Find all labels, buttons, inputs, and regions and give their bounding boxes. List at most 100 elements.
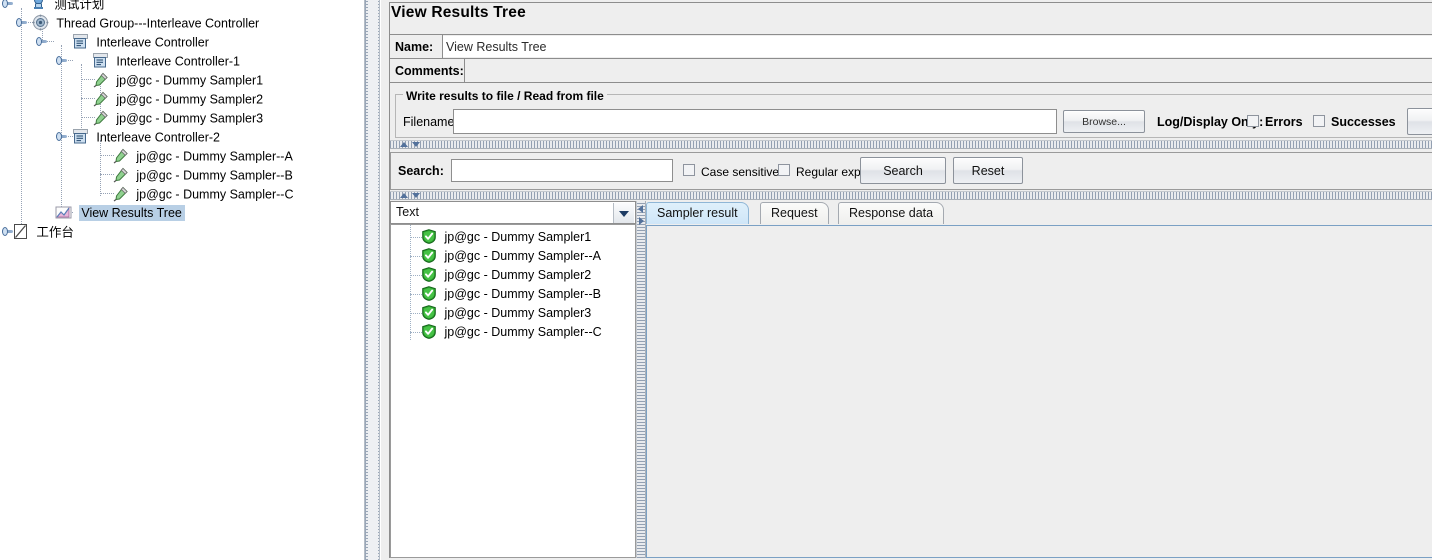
name-input[interactable]: [443, 36, 1432, 57]
sampler-result-text: [648, 227, 1432, 556]
green-shield-check-icon: [422, 324, 436, 340]
tree-node-interleave-controller[interactable]: Interleave Controller: [72, 33, 209, 52]
tree-node-label: jp@gc - Dummy Sampler--C: [136, 187, 294, 202]
tree-line: [410, 256, 422, 257]
regular-exp-checkbox[interactable]: [778, 164, 790, 176]
green-shield-check-icon: [422, 248, 436, 264]
dummy-sampler-icon: [112, 166, 129, 183]
horizontal-splitter-search[interactable]: [390, 191, 1432, 200]
dummy-sampler-icon: [92, 90, 109, 107]
result-item-label: jp@gc - Dummy Sampler3: [444, 306, 592, 320]
tree-expand-handle[interactable]: [56, 131, 67, 142]
tab-request[interactable]: Request: [760, 202, 829, 224]
result-item[interactable]: jp@gc - Dummy Sampler--B: [422, 285, 601, 304]
tree-node-test-plan[interactable]: 测试计划: [30, 0, 104, 14]
result-item[interactable]: jp@gc - Dummy Sampler1: [422, 228, 591, 247]
view-results-tree-icon: [55, 204, 72, 221]
green-shield-check-icon: [422, 286, 436, 302]
regular-exp-label: Regular exp.: [796, 165, 865, 179]
controller-icon: [92, 52, 109, 69]
divider: [390, 58, 1432, 59]
result-item[interactable]: jp@gc - Dummy Sampler2: [422, 266, 591, 285]
search-input[interactable]: [451, 159, 673, 182]
search-label: Search:: [398, 164, 444, 178]
splitter-collapse-down-icon[interactable]: [412, 193, 420, 198]
tree-node-dummy-sampler2[interactable]: jp@gc - Dummy Sampler2: [92, 90, 263, 109]
test-plan-tree-panel[interactable]: 测试计划 Thread Group---Interleave Controlle…: [0, 0, 364, 560]
tree-node-dummy-sampler-a[interactable]: jp@gc - Dummy Sampler--A: [112, 147, 293, 166]
tree-node-label: jp@gc - Dummy Sampler--A: [136, 149, 293, 164]
tree-node-view-results-tree[interactable]: View Results Tree: [55, 204, 185, 223]
successes-label: Successes: [1331, 115, 1396, 129]
splitter-collapse-up-icon[interactable]: [400, 193, 408, 198]
test-plan-icon: [30, 0, 47, 12]
splitter-collapse-right-icon[interactable]: [639, 217, 644, 225]
tree-node-workbench[interactable]: 工作台: [12, 223, 74, 242]
case-sensitive-label: Case sensitive: [701, 165, 780, 179]
tree-line: [100, 140, 101, 196]
case-sensitive-checkbox[interactable]: [683, 164, 695, 176]
tree-node-dummy-sampler1[interactable]: jp@gc - Dummy Sampler1: [92, 71, 263, 90]
comments-label: Comments:: [395, 64, 464, 78]
splitter-collapse-up-icon[interactable]: [400, 142, 408, 147]
dummy-sampler-icon: [112, 147, 129, 164]
tree-node-label: 测试计划: [54, 0, 105, 12]
tree-expand-handle[interactable]: [36, 36, 47, 47]
green-shield-check-icon: [422, 267, 436, 283]
thread-group-icon: [32, 14, 49, 31]
successes-checkbox[interactable]: [1313, 115, 1325, 127]
tree-line: [410, 332, 422, 333]
result-item-label: jp@gc - Dummy Sampler1: [444, 230, 592, 244]
splitter-collapse-left-icon[interactable]: [638, 205, 643, 213]
filename-input[interactable]: [453, 109, 1057, 134]
tree-node-thread-group[interactable]: Thread Group---Interleave Controller: [32, 14, 259, 33]
search-button[interactable]: Search: [860, 157, 946, 184]
result-item-label: jp@gc - Dummy Sampler--B: [444, 287, 601, 301]
result-item-label: jp@gc - Dummy Sampler--C: [444, 325, 602, 339]
tree-node-label: Interleave Controller-2: [96, 130, 221, 145]
tree-node-interleave-controller-1[interactable]: Interleave Controller-1: [92, 52, 240, 71]
tree-node-label: Interleave Controller: [96, 35, 209, 50]
chevron-down-icon[interactable]: [613, 203, 634, 223]
result-item[interactable]: jp@gc - Dummy Sampler--A: [422, 247, 601, 266]
horizontal-splitter-top[interactable]: [390, 140, 1432, 149]
results-tree-list[interactable]: jp@gc - Dummy Sampler1 jp@gc - Dummy Sam…: [390, 224, 636, 558]
main-vertical-splitter[interactable]: [364, 0, 380, 560]
errors-checkbox[interactable]: [1247, 115, 1259, 127]
tree-expand-handle-root[interactable]: [2, 0, 13, 9]
tree-node-dummy-sampler-c[interactable]: jp@gc - Dummy Sampler--C: [112, 185, 294, 204]
tree-node-label: jp@gc - Dummy Sampler2: [116, 92, 264, 107]
tree-node-dummy-sampler-b[interactable]: jp@gc - Dummy Sampler--B: [112, 166, 293, 185]
result-item[interactable]: jp@gc - Dummy Sampler--C: [422, 323, 602, 342]
page-title: View Results Tree: [391, 4, 526, 21]
workbench-icon: [12, 223, 29, 240]
view-results-tree-panel: View Results Tree Name: Comments: Write …: [381, 0, 1432, 560]
reset-button[interactable]: Reset: [953, 157, 1023, 184]
tab-response-data[interactable]: Response data: [838, 202, 945, 224]
tree-line: [410, 237, 422, 238]
tree-expand-handle[interactable]: [16, 17, 27, 28]
controller-icon: [72, 33, 89, 50]
divider: [390, 34, 1432, 35]
configure-button[interactable]: Co: [1407, 108, 1432, 135]
renderer-combo[interactable]: Text: [390, 201, 636, 224]
tree-expand-handle[interactable]: [56, 55, 67, 66]
main-vertical-splitter-grip: [368, 0, 378, 560]
sampler-result-content-pane[interactable]: [646, 225, 1432, 558]
tab-sampler-result[interactable]: Sampler result: [646, 202, 749, 224]
divider: [390, 82, 1432, 83]
green-shield-check-icon: [422, 229, 436, 245]
result-item-label: jp@gc - Dummy Sampler2: [444, 268, 592, 282]
tree-node-interleave-controller-2[interactable]: Interleave Controller-2: [72, 128, 220, 147]
results-vertical-splitter[interactable]: [636, 201, 646, 558]
tree-node-label: Interleave Controller-1: [116, 54, 241, 69]
splitter-collapse-down-icon[interactable]: [412, 142, 420, 147]
result-tabstrip: Sampler result Request Response data: [646, 202, 1432, 226]
controller-icon: [72, 128, 89, 145]
comments-input[interactable]: [465, 60, 1432, 81]
tree-node-dummy-sampler3[interactable]: jp@gc - Dummy Sampler3: [92, 109, 263, 128]
result-item[interactable]: jp@gc - Dummy Sampler3: [422, 304, 591, 323]
browse-button[interactable]: Browse...: [1063, 110, 1145, 133]
tree-node-label: 工作台: [36, 225, 74, 240]
dummy-sampler-icon: [92, 109, 109, 126]
